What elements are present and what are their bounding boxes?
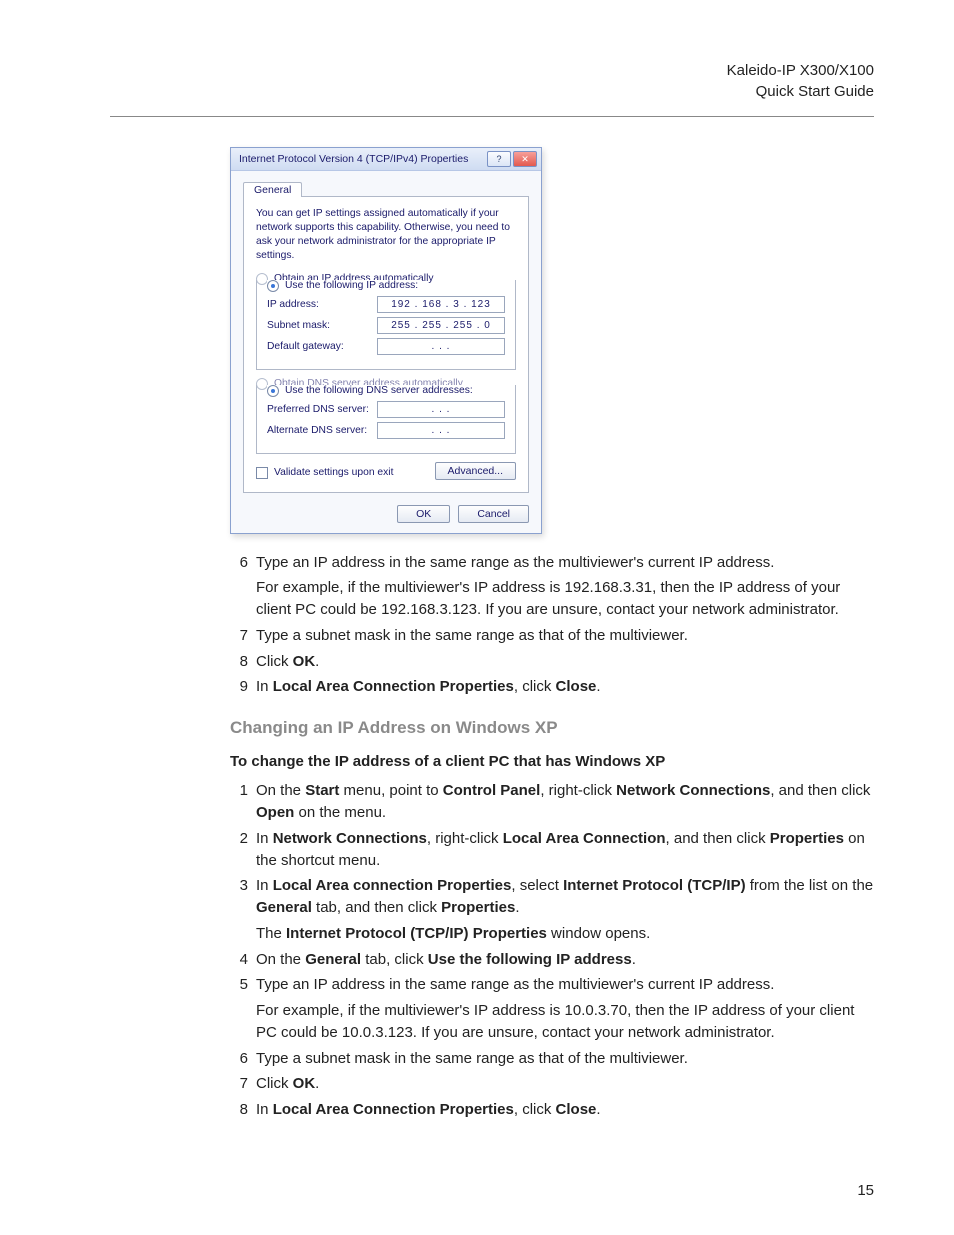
radio-manual-ip[interactable]: [267, 280, 279, 292]
header-rule: [110, 116, 874, 117]
input-gateway[interactable]: . . .: [377, 338, 505, 355]
dialog-titlebar: Internet Protocol Version 4 (TCP/IPv4) P…: [231, 148, 541, 171]
xp-step-4: 4 On the General tab, click Use the foll…: [230, 949, 874, 971]
input-subnet[interactable]: 255 . 255 . 255 . 0: [377, 317, 505, 334]
doc-title: Quick Start Guide: [110, 81, 874, 102]
cancel-button[interactable]: Cancel: [458, 505, 529, 523]
dialog-title: Internet Protocol Version 4 (TCP/IPv4) P…: [239, 153, 485, 165]
tab-general[interactable]: General: [243, 182, 302, 197]
label-validate: Validate settings upon exit: [274, 467, 393, 478]
label-pref-dns: Preferred DNS server:: [267, 404, 377, 415]
step-7: 7 Type a subnet mask in the same range a…: [230, 625, 874, 647]
step-6: 6 Type an IP address in the same range a…: [230, 552, 874, 621]
xp-step-1: 1 On the Start menu, point to Control Pa…: [230, 780, 874, 824]
label-manual-dns: Use the following DNS server addresses:: [285, 385, 473, 396]
xp-step-2: 2 In Network Connections, right-click Lo…: [230, 828, 874, 872]
xp-step-5: 5 Type an IP address in the same range a…: [230, 974, 874, 1043]
input-alt-dns[interactable]: . . .: [377, 422, 505, 439]
input-pref-dns[interactable]: . . .: [377, 401, 505, 418]
radio-manual-dns[interactable]: [267, 385, 279, 397]
page-number: 15: [857, 1182, 874, 1199]
checkbox-validate[interactable]: [256, 467, 268, 479]
dialog-intro: You can get IP settings assigned automat…: [256, 207, 516, 263]
xp-step-8: 8 In Local Area Connection Properties, c…: [230, 1099, 874, 1121]
label-alt-dns: Alternate DNS server:: [267, 425, 377, 436]
product-name: Kaleido-IP X300/X100: [110, 60, 874, 81]
page-header: Kaleido-IP X300/X100 Quick Start Guide: [110, 60, 874, 102]
label-ip-address: IP address:: [267, 299, 377, 310]
help-icon[interactable]: ?: [487, 151, 511, 167]
input-ip-address[interactable]: 192 . 168 . 3 . 123: [377, 296, 505, 313]
ipv4-properties-dialog: Internet Protocol Version 4 (TCP/IPv4) P…: [230, 147, 542, 534]
section-heading: Changing an IP Address on Windows XP: [230, 716, 874, 741]
xp-step-6: 6 Type a subnet mask in the same range a…: [230, 1048, 874, 1070]
steps-xp: 1 On the Start menu, point to Control Pa…: [230, 780, 874, 1121]
xp-step-7: 7 Click OK.: [230, 1073, 874, 1095]
xp-step-3: 3 In Local Area connection Properties, s…: [230, 875, 874, 944]
label-gateway: Default gateway:: [267, 341, 377, 352]
procedure-title: To change the IP address of a client PC …: [230, 751, 874, 773]
ok-button[interactable]: OK: [397, 505, 450, 523]
steps-continued: 6 Type an IP address in the same range a…: [230, 552, 874, 699]
advanced-button[interactable]: Advanced...: [435, 462, 516, 480]
label-manual-ip: Use the following IP address:: [285, 280, 418, 291]
step-8: 8 Click OK.: [230, 651, 874, 673]
label-subnet: Subnet mask:: [267, 320, 377, 331]
close-icon[interactable]: ✕: [513, 151, 537, 167]
step-9: 9 In Local Area Connection Properties, c…: [230, 676, 874, 698]
